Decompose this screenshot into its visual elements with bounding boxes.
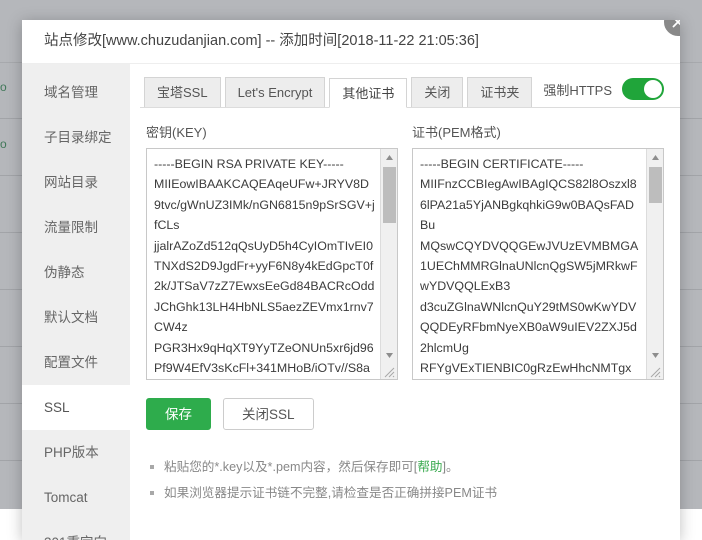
scrollbar-thumb[interactable] bbox=[383, 167, 396, 223]
sidebar-item-301-redirect[interactable]: 301重定向 bbox=[22, 520, 130, 540]
hint-text-before: 如果浏览器提示证书链不完整,请检查是否正确拼接PEM证书 bbox=[164, 486, 498, 500]
tab-certificate-folder[interactable]: 证书夹 bbox=[467, 77, 533, 107]
sidebar-item-tomcat[interactable]: Tomcat bbox=[22, 475, 130, 520]
scrollbar-thumb[interactable] bbox=[649, 167, 662, 203]
resize-grip-icon[interactable] bbox=[380, 363, 397, 379]
scroll-up-icon[interactable] bbox=[647, 149, 663, 165]
tabs-row: 宝塔SSL Let's Encrypt 其他证书 关闭 证书夹 强制HTTPS bbox=[140, 64, 680, 108]
action-buttons: 保存 关闭SSL bbox=[140, 380, 680, 430]
key-textarea[interactable]: -----BEGIN RSA PRIVATE KEY----- MIIEowIB… bbox=[146, 148, 398, 380]
sidebar-item-subdirectory[interactable]: 子目录绑定 bbox=[22, 115, 130, 160]
close-ssl-button[interactable]: 关闭SSL bbox=[223, 398, 314, 430]
key-field-label: 密钥(KEY) bbox=[146, 125, 207, 140]
dialog-title: 站点修改[www.chuzudanjian.com] -- 添加时间[2018-… bbox=[22, 20, 680, 64]
sidebar-item-php-version[interactable]: PHP版本 bbox=[22, 430, 130, 475]
help-link[interactable]: 帮助 bbox=[417, 460, 442, 474]
hint-text-before: 粘贴您的*.key以及*.pem内容，然后保存即可[ bbox=[164, 460, 418, 474]
resize-grip-icon[interactable] bbox=[646, 363, 663, 379]
tab-baota-ssl[interactable]: 宝塔SSL bbox=[144, 77, 221, 107]
force-https-control: 强制HTTPS bbox=[543, 78, 664, 100]
key-field-group: 密钥(KEY) -----BEGIN RSA PRIVATE KEY----- … bbox=[146, 122, 398, 380]
sidebar-item-traffic-limit[interactable]: 流量限制 bbox=[22, 205, 130, 250]
save-button[interactable]: 保存 bbox=[146, 398, 211, 430]
certificate-fields: 密钥(KEY) -----BEGIN RSA PRIVATE KEY----- … bbox=[140, 108, 680, 380]
tab-other-certificate[interactable]: 其他证书 bbox=[329, 78, 408, 108]
cert-textarea-text: -----BEGIN CERTIFICATE----- MIIFnzCCBIeg… bbox=[420, 157, 639, 376]
key-textarea-text: -----BEGIN RSA PRIVATE KEY----- MIIEowIB… bbox=[154, 157, 375, 376]
tab-close[interactable]: 关闭 bbox=[411, 77, 464, 107]
sidebar-item-rewrite[interactable]: 伪静态 bbox=[22, 250, 130, 295]
key-scrollbar[interactable] bbox=[380, 149, 397, 379]
hint-list: 粘贴您的*.key以及*.pem内容，然后保存即可[帮助]。 如果浏览器提示证书… bbox=[144, 454, 680, 506]
ssl-panel: 宝塔SSL Let's Encrypt 其他证书 关闭 证书夹 强制HTTPS … bbox=[130, 64, 680, 540]
scroll-down-icon[interactable] bbox=[647, 347, 663, 363]
tab-lets-encrypt[interactable]: Let's Encrypt bbox=[224, 77, 326, 107]
sidebar-item-config-file[interactable]: 配置文件 bbox=[22, 340, 130, 385]
hint-text-after: ]。 bbox=[442, 460, 459, 474]
hint-item: 粘贴您的*.key以及*.pem内容，然后保存即可[帮助]。 bbox=[144, 454, 680, 480]
dialog-body: 域名管理 子目录绑定 网站目录 流量限制 伪静态 默认文档 配置文件 SSL P… bbox=[22, 64, 680, 540]
hint-item: 如果浏览器提示证书链不完整,请检查是否正确拼接PEM证书 bbox=[144, 480, 680, 506]
scroll-up-icon[interactable] bbox=[381, 149, 397, 165]
toggle-knob bbox=[644, 80, 662, 98]
cert-field-group: 证书(PEM格式) -----BEGIN CERTIFICATE----- MI… bbox=[412, 122, 664, 380]
scroll-down-icon[interactable] bbox=[381, 347, 397, 363]
force-https-label: 强制HTTPS bbox=[543, 82, 612, 98]
sidebar-item-site-directory[interactable]: 网站目录 bbox=[22, 160, 130, 205]
sidebar-item-domain[interactable]: 域名管理 bbox=[22, 70, 130, 115]
cert-textarea[interactable]: -----BEGIN CERTIFICATE----- MIIFnzCCBIeg… bbox=[412, 148, 664, 380]
cert-field-label: 证书(PEM格式) bbox=[412, 125, 501, 140]
site-edit-dialog: 站点修改[www.chuzudanjian.com] -- 添加时间[2018-… bbox=[22, 20, 680, 540]
settings-sidebar: 域名管理 子目录绑定 网站目录 流量限制 伪静态 默认文档 配置文件 SSL P… bbox=[22, 64, 130, 540]
force-https-toggle[interactable] bbox=[622, 78, 664, 100]
sidebar-item-default-document[interactable]: 默认文档 bbox=[22, 295, 130, 340]
sidebar-item-ssl[interactable]: SSL bbox=[22, 385, 130, 430]
cert-scrollbar[interactable] bbox=[646, 149, 663, 379]
